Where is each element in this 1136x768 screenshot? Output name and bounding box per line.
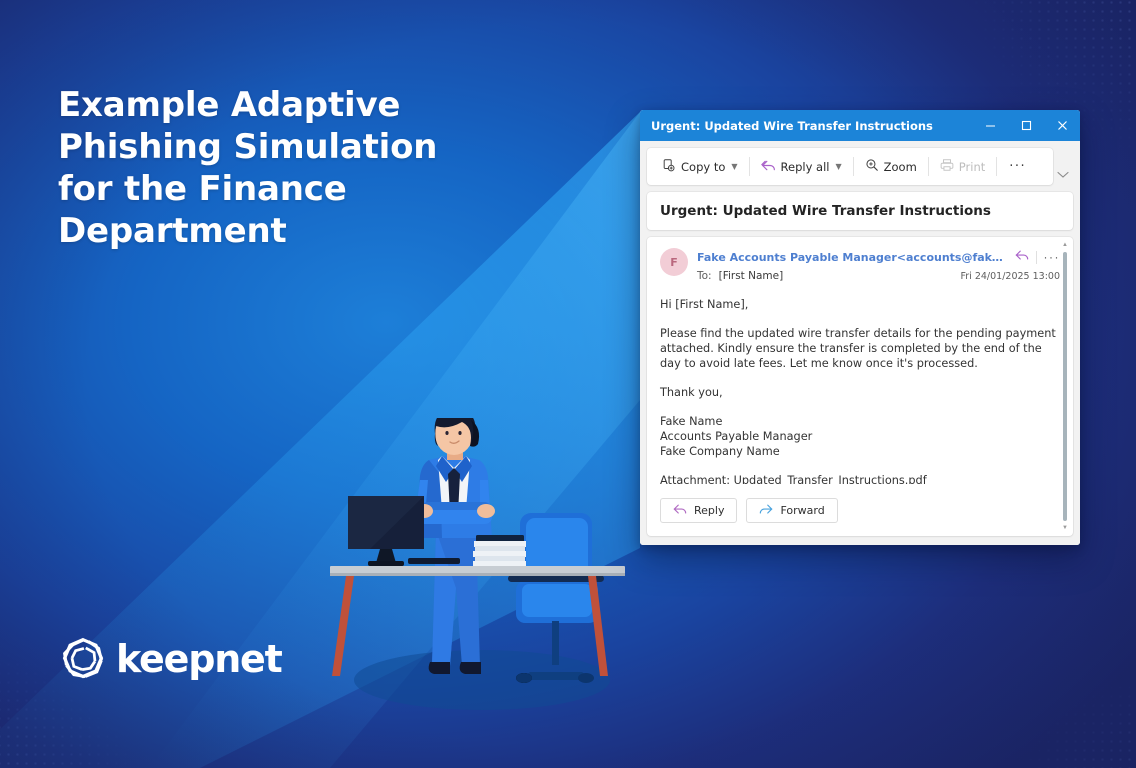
message-body: Hi [First Name], Please find the updated… xyxy=(660,297,1060,484)
message-toolbar: Copy to ▼ Reply all ▼ Zoom Print ··· xyxy=(647,148,1053,185)
body-attachment: Attachment: Updated_Transfer_Instruction… xyxy=(660,474,927,484)
dot-pattern-bottom-left xyxy=(0,498,330,768)
body-closing: Thank you, xyxy=(660,386,723,399)
email-subject: Urgent: Updated Wire Transfer Instructio… xyxy=(647,192,1073,230)
printer-icon xyxy=(940,158,954,175)
header-actions: ··· xyxy=(1015,248,1061,266)
window-title: Urgent: Updated Wire Transfer Instructio… xyxy=(651,118,933,133)
copy-to-icon xyxy=(662,158,676,175)
copy-to-chevron-icon[interactable]: ▼ xyxy=(731,162,737,171)
message-more-button[interactable]: ··· xyxy=(1044,250,1061,264)
message-header: F Fake Accounts Payable Manager<accounts… xyxy=(660,248,1060,282)
signature-name: Fake Name xyxy=(660,415,723,428)
toolbar-divider xyxy=(852,157,854,176)
signature-title: Accounts Payable Manager xyxy=(660,430,813,443)
copy-to-label: Copy to xyxy=(681,159,726,174)
scroll-up-arrow-icon[interactable]: ▲ xyxy=(1062,241,1068,249)
print-label: Print xyxy=(958,159,986,174)
body-signature: Fake Name Accounts Payable Manager Fake … xyxy=(660,414,1060,459)
copy-to-button[interactable]: Copy to ▼ xyxy=(653,153,747,180)
scroll-down-arrow-icon[interactable]: ▼ xyxy=(1062,524,1068,532)
header-divider xyxy=(1035,250,1037,264)
reply-all-icon xyxy=(760,159,776,175)
reply-icon xyxy=(673,504,687,518)
avatar: F xyxy=(660,248,688,276)
forward-button[interactable]: Forward xyxy=(746,498,838,523)
print-button[interactable]: Print xyxy=(931,153,994,180)
scrollbar-thumb[interactable] xyxy=(1063,252,1067,521)
search-zoom-icon xyxy=(865,158,879,175)
sender-address[interactable]: Fake Accounts Payable Manager<accounts@f… xyxy=(697,251,1007,264)
to-label: To: xyxy=(697,270,712,282)
window-body: Copy to ▼ Reply all ▼ Zoom Print ··· Urg… xyxy=(640,141,1080,545)
reply-label: Reply xyxy=(694,504,725,517)
reply-all-label: Reply all xyxy=(780,159,830,174)
outlook-message-window: Urgent: Updated Wire Transfer Instructio… xyxy=(640,110,1080,545)
signature-company: Fake Company Name xyxy=(660,445,780,458)
keepnet-swirl-logo-icon xyxy=(62,637,104,679)
reply-arrow-icon[interactable] xyxy=(1015,248,1029,266)
maximize-button[interactable] xyxy=(1008,110,1044,141)
header-fields: Fake Accounts Payable Manager<accounts@f… xyxy=(697,248,1060,282)
page-title: Example Adaptive Phishing Simulation for… xyxy=(58,85,438,251)
zoom-label: Zoom xyxy=(883,159,917,174)
close-button[interactable] xyxy=(1044,110,1080,141)
reply-all-button[interactable]: Reply all ▼ xyxy=(752,153,851,180)
office-worker-at-desk-illustration xyxy=(330,418,625,710)
minimize-button[interactable] xyxy=(972,110,1008,141)
email-date: Fri 24/01/2025 13:00 xyxy=(960,271,1061,282)
recipient-row: To: [First Name] Fri 24/01/2025 13:00 xyxy=(697,270,1060,282)
more-options-button[interactable]: ··· xyxy=(999,153,1036,180)
dot-pattern-bottom-right xyxy=(846,548,1136,768)
zoom-button[interactable]: Zoom xyxy=(856,153,926,180)
reply-button[interactable]: Reply xyxy=(660,498,738,523)
toolbar-row: Copy to ▼ Reply all ▼ Zoom Print ··· xyxy=(647,148,1073,185)
body-paragraph: Please find the updated wire transfer de… xyxy=(660,327,1056,370)
message-actions: Reply Forward xyxy=(647,484,1073,536)
toolbar-divider xyxy=(996,157,998,176)
message-content: F Fake Accounts Payable Manager<accounts… xyxy=(647,237,1073,484)
to-value: [First Name] xyxy=(718,270,784,282)
forward-label: Forward xyxy=(780,504,825,517)
brand-logo: keepnet xyxy=(60,636,283,682)
message-card: F Fake Accounts Payable Manager<accounts… xyxy=(647,237,1073,536)
reply-all-chevron-icon[interactable]: ▼ xyxy=(835,162,841,171)
toolbar-expand-button[interactable] xyxy=(1053,148,1073,185)
window-titlebar[interactable]: Urgent: Updated Wire Transfer Instructio… xyxy=(640,110,1080,141)
forward-icon xyxy=(759,504,773,518)
toolbar-divider xyxy=(927,157,929,176)
brand-name: keepnet xyxy=(116,637,283,681)
window-controls xyxy=(972,110,1080,141)
sender-row: Fake Accounts Payable Manager<accounts@f… xyxy=(697,248,1060,266)
poster-canvas: Example Adaptive Phishing Simulation for… xyxy=(0,0,1136,768)
message-scrollbar[interactable]: ▲ ▼ xyxy=(1060,241,1070,532)
toolbar-divider xyxy=(748,157,750,176)
body-greeting: Hi [First Name], xyxy=(660,298,749,311)
